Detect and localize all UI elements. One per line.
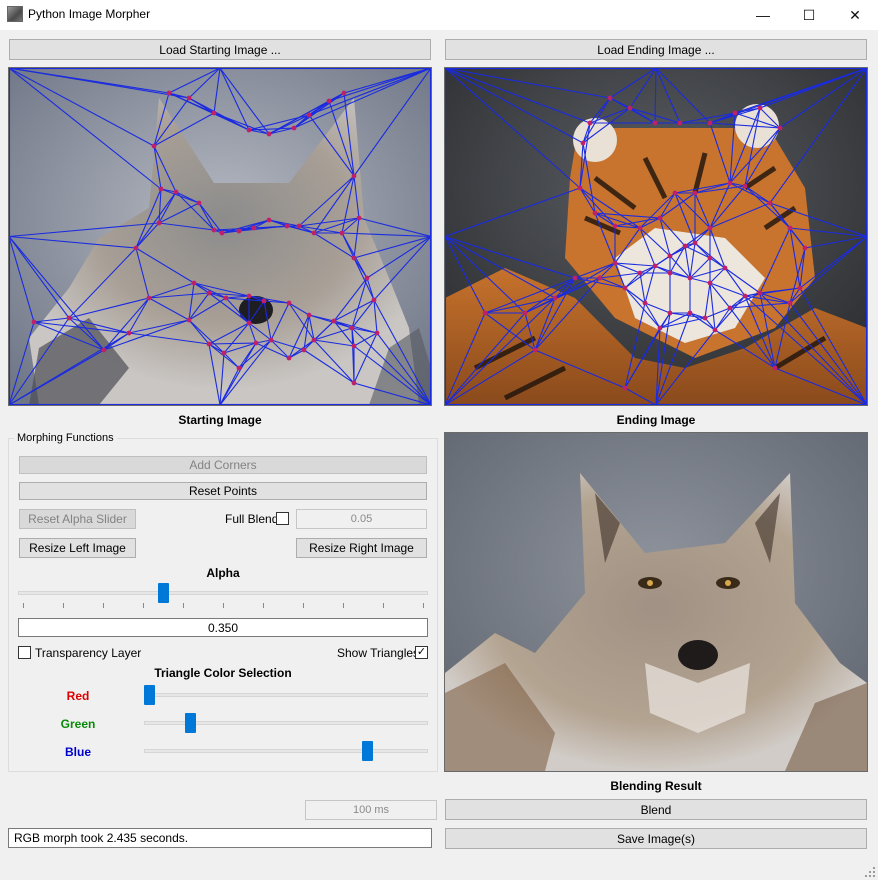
full-blend-label: Full Blend — [225, 512, 279, 526]
app-icon — [7, 6, 23, 22]
starting-image-caption: Starting Image — [178, 413, 262, 427]
resize-grip-icon[interactable] — [864, 866, 876, 878]
alpha-slider-tick — [23, 603, 24, 608]
full-blend-checkbox[interactable] — [276, 512, 289, 525]
red-slider-thumb[interactable] — [144, 685, 155, 705]
load-ending-image-button[interactable]: Load Ending Image ... — [445, 39, 867, 60]
alpha-slider-thumb[interactable] — [158, 583, 169, 603]
ending-image[interactable] — [445, 68, 867, 405]
red-slider-track — [144, 693, 428, 697]
close-button[interactable]: ✕ — [832, 0, 878, 30]
blend-button[interactable]: Blend — [445, 799, 867, 820]
triangle-color-selection-title: Triangle Color Selection — [154, 666, 292, 680]
save-images-button[interactable]: Save Image(s) — [445, 828, 867, 849]
alpha-slider-tick — [303, 603, 304, 608]
alpha-slider-tick — [103, 603, 104, 608]
alpha-slider-tick — [223, 603, 224, 608]
alpha-slider-tick — [143, 603, 144, 608]
minimize-button[interactable]: — — [740, 0, 786, 30]
alpha-slider-tick — [423, 603, 424, 608]
transparency-layer-checkbox[interactable] — [18, 646, 31, 659]
alpha-slider-track — [18, 591, 428, 595]
resize-left-image-button[interactable]: Resize Left Image — [19, 538, 136, 558]
morphing-functions-title: Morphing Functions — [14, 432, 117, 444]
blending-result-caption: Blending Result — [610, 779, 702, 793]
green-label: Green — [60, 717, 96, 731]
alpha-slider-tick — [263, 603, 264, 608]
starting-image-panel[interactable] — [8, 67, 432, 406]
alpha-value-field[interactable]: 0.350 — [18, 618, 428, 637]
blue-slider-track — [144, 749, 428, 753]
show-triangles-checkbox[interactable]: ✓ — [415, 646, 428, 659]
alpha-slider-tick — [183, 603, 184, 608]
blue-slider[interactable] — [144, 740, 428, 762]
green-slider-thumb[interactable] — [185, 713, 196, 733]
maximize-icon: ☐ — [802, 6, 816, 23]
blue-label: Blue — [64, 745, 91, 759]
frame-time-input[interactable]: 100 ms — [305, 800, 437, 820]
alpha-label: Alpha — [206, 566, 240, 580]
maximize-button[interactable]: ☐ — [786, 0, 832, 30]
alpha-slider[interactable] — [18, 583, 428, 613]
ending-image-panel[interactable] — [444, 67, 868, 406]
minimize-icon: — — [756, 7, 770, 23]
show-triangles-label: Show Triangles — [337, 646, 420, 660]
ending-image-caption: Ending Image — [616, 413, 696, 427]
full-blend-step-input[interactable]: 0.05 — [296, 509, 427, 529]
close-icon: ✕ — [849, 6, 861, 23]
add-corners-button[interactable]: Add Corners — [19, 456, 427, 474]
red-label: Red — [66, 689, 90, 703]
blending-result-panel — [444, 432, 868, 772]
reset-alpha-slider-button[interactable]: Reset Alpha Slider — [19, 509, 136, 529]
alpha-slider-tick — [383, 603, 384, 608]
starting-image[interactable] — [9, 68, 431, 405]
show-triangles-check-icon: ✓ — [416, 646, 427, 658]
blending-result-image — [445, 433, 867, 771]
blue-slider-thumb[interactable] — [362, 741, 373, 761]
red-slider[interactable] — [144, 684, 428, 706]
reset-points-button[interactable]: Reset Points — [19, 482, 427, 500]
resize-right-image-button[interactable]: Resize Right Image — [296, 538, 427, 558]
green-slider[interactable] — [144, 712, 428, 734]
transparency-layer-label: Transparency Layer — [35, 646, 142, 660]
alpha-slider-tick — [63, 603, 64, 608]
alpha-slider-tick — [343, 603, 344, 608]
status-field: RGB morph took 2.435 seconds. — [8, 828, 432, 848]
window-title: Python Image Morpher — [28, 7, 151, 21]
load-starting-image-button[interactable]: Load Starting Image ... — [9, 39, 431, 60]
